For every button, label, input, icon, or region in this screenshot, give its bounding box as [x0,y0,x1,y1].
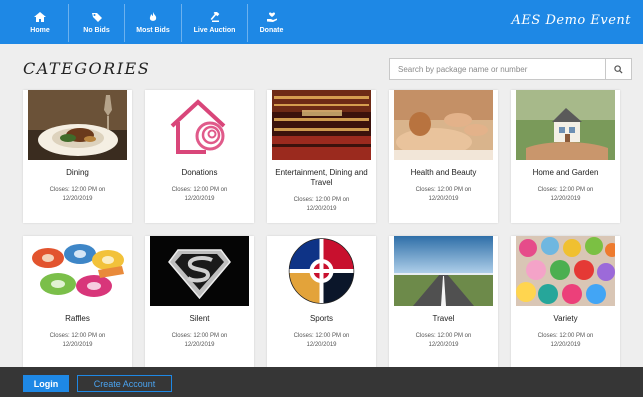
top-nav-bar: Home No Bids Most Bids Live Auction Dona… [0,0,643,44]
category-grid: Dining Closes: 12:00 PM on 12/20/2019 Do… [23,90,633,369]
donations-image [150,90,249,160]
category-name: Health and Beauty [410,168,477,177]
nav-most-bids[interactable]: Most Bids [125,4,182,42]
closes-date: 12/20/2019 [184,342,215,348]
login-button[interactable]: Login [23,375,69,392]
gavel-icon [210,12,219,22]
category-name: Travel [432,314,455,323]
travel-image [394,236,493,306]
event-brand[interactable]: AES Demo Event [512,13,631,28]
flame-icon [149,12,157,21]
category-card-donations[interactable]: Donations Closes: 12:00 PM on 12/20/2019 [145,90,254,223]
closes-date: 12/20/2019 [306,206,337,212]
closes-date: 12/20/2019 [428,196,459,202]
nav-live-auction-label: Live Auction [193,27,236,34]
tag-icon [91,13,102,22]
search-icon [614,64,623,74]
closes-time: Closes: 12:00 PM on [293,197,350,203]
home-garden-image [516,90,615,160]
category-card-entertainment[interactable]: Entertainment, Dining and Travel Closes:… [267,90,376,223]
nav-donate-label: Donate [259,27,284,34]
category-card-raffles[interactable]: Raffles Closes: 12:00 PM on 12/20/2019 [23,236,132,369]
category-name: Donations [181,168,218,177]
category-name: Silent [189,314,210,323]
closes-time: Closes: 12:00 PM on [49,333,106,339]
category-card-variety[interactable]: Variety Closes: 12:00 PM on 12/20/2019 [511,236,620,369]
category-card-travel[interactable]: Travel Closes: 12:00 PM on 12/20/2019 [389,236,498,369]
closes-time: Closes: 12:00 PM on [171,333,228,339]
footer-bar: Login Create Account [0,367,643,397]
closes-date: 12/20/2019 [550,196,581,202]
nav-donate[interactable]: Donate [248,4,295,42]
search-box [389,58,632,80]
category-name: Dining [66,168,89,177]
closes-time: Closes: 12:00 PM on [49,187,106,193]
closes-time: Closes: 12:00 PM on [293,333,350,339]
category-name: Raffles [65,314,90,323]
create-account-button[interactable]: Create Account [77,375,172,392]
search-button[interactable] [605,59,631,79]
category-card-sports[interactable]: Sports Closes: 12:00 PM on 12/20/2019 [267,236,376,369]
home-icon [34,12,46,22]
main-nav: Home No Bids Most Bids Live Auction Dona… [12,4,295,42]
closes-date: 12/20/2019 [550,342,581,348]
closes-time: Closes: 12:00 PM on [537,187,594,193]
closes-date: 12/20/2019 [62,196,93,202]
nav-home[interactable]: Home [12,4,69,42]
dining-image [28,90,127,160]
silent-image [150,236,249,306]
nav-most-bids-label: Most Bids [136,27,170,34]
sports-image [272,236,371,306]
category-card-health-beauty[interactable]: Health and Beauty Closes: 12:00 PM on 12… [389,90,498,223]
health-beauty-image [394,90,493,160]
nav-home-label: Home [30,27,50,34]
closes-time: Closes: 12:00 PM on [171,187,228,193]
category-name: Variety [553,314,578,323]
closes-date: 12/20/2019 [184,196,215,202]
category-name: Home and Garden [532,168,599,177]
heart-hand-icon [266,12,277,22]
closes-time: Closes: 12:00 PM on [537,333,594,339]
category-name: Sports [309,314,334,323]
nav-live-auction[interactable]: Live Auction [182,4,248,42]
variety-image [516,236,615,306]
entertainment-image [272,90,371,160]
closes-date: 12/20/2019 [428,342,459,348]
closes-date: 12/20/2019 [62,342,93,348]
nav-no-bids-label: No Bids [83,27,110,34]
closes-date: 12/20/2019 [306,342,337,348]
category-name: Entertainment, Dining and Travel [275,168,368,187]
category-card-home-garden[interactable]: Home and Garden Closes: 12:00 PM on 12/2… [511,90,620,223]
category-card-dining[interactable]: Dining Closes: 12:00 PM on 12/20/2019 [23,90,132,223]
closes-time: Closes: 12:00 PM on [415,187,472,193]
closes-time: Closes: 12:00 PM on [415,333,472,339]
category-card-silent[interactable]: Silent Closes: 12:00 PM on 12/20/2019 [145,236,254,369]
page-title: CATEGORIES [23,59,151,78]
raffles-image [28,236,127,306]
search-input[interactable] [390,59,605,79]
nav-no-bids[interactable]: No Bids [69,4,125,42]
